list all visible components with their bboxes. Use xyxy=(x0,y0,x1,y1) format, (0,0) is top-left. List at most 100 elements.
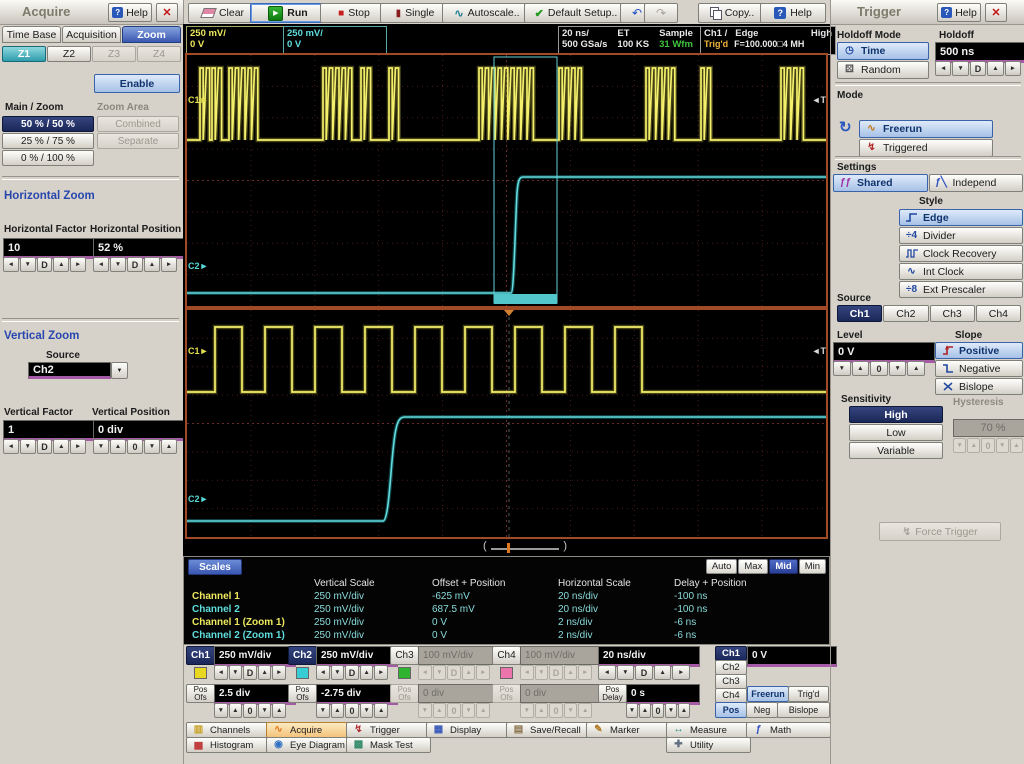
copy-button[interactable]: Copy.. xyxy=(698,3,766,23)
spinner-button[interactable]: ▼ xyxy=(626,703,638,718)
spinner-button[interactable]: ◄ xyxy=(316,665,330,680)
acquire-help-button[interactable]: ? Help xyxy=(108,3,152,22)
menu-display[interactable]: ▦Display xyxy=(426,722,511,738)
spinner-button[interactable]: ◄ xyxy=(3,439,19,454)
spinner-button[interactable]: ▼ xyxy=(889,361,907,376)
quick-trigger-mode-freerun[interactable]: Freerun xyxy=(747,686,789,702)
spinner-button[interactable]: ► xyxy=(1005,61,1021,76)
spinner-button[interactable]: ◄ xyxy=(598,665,616,680)
style-int-clock[interactable]: ∿Int Clock xyxy=(899,263,1023,280)
spinner-button[interactable]: ▼ xyxy=(20,257,36,272)
slope-bislope[interactable]: Bislope xyxy=(935,378,1023,395)
zoom-enable-button[interactable]: Enable xyxy=(94,74,180,93)
channel-position-spinner[interactable]: ▼▲0▼▲ xyxy=(214,703,286,718)
spinner-button[interactable]: ▲ xyxy=(144,257,160,272)
toolbar-help-button[interactable]: ?Help xyxy=(760,3,826,23)
spinner-button[interactable]: ▼ xyxy=(665,703,677,718)
trigger-level-value[interactable]: 0 V xyxy=(833,342,935,363)
scales-size-max[interactable]: Max xyxy=(738,559,768,574)
spinner-button[interactable]: ▼ xyxy=(229,665,243,680)
main-zoom-option-25-75[interactable]: 25 % / 75 % xyxy=(2,133,94,149)
default-setup-button[interactable]: ✔Default Setup.. xyxy=(524,3,628,23)
tab-acquisition[interactable]: Acquisition xyxy=(62,26,121,43)
vertical-source-dropdown[interactable]: Ch2 ▼ xyxy=(28,362,128,379)
menu-measure[interactable]: ↔Measure xyxy=(666,722,751,738)
channel-tab-ch4[interactable]: Ch4 xyxy=(492,646,521,665)
style-clock-recovery[interactable]: Clock Recovery xyxy=(899,245,1023,262)
menu-marker[interactable]: ✎Marker xyxy=(586,722,671,738)
trigger-source-ch2[interactable]: Ch2 xyxy=(883,305,928,322)
menu-acquire[interactable]: ∿Acquire xyxy=(266,722,351,738)
horizontal-position-value[interactable]: 52 % xyxy=(93,238,187,259)
quick-trigger-source-ch1[interactable]: Ch1 xyxy=(715,646,747,661)
channel-color-indicator-ch1[interactable] xyxy=(194,667,207,679)
channel-position-tab[interactable]: PosOfs xyxy=(186,684,215,703)
channel-scale-spinner[interactable]: ◄▼D▲► xyxy=(214,665,286,680)
scales-size-min[interactable]: Min xyxy=(799,559,826,574)
spinner-button[interactable]: ▲ xyxy=(331,703,345,718)
timebase-scale-spinner[interactable]: ◄▼D▲► xyxy=(598,665,690,680)
spinner-button[interactable]: ▲ xyxy=(654,665,672,680)
tab-zoom[interactable]: Zoom xyxy=(122,26,181,43)
channel-scale-ch3[interactable]: 100 mV/div xyxy=(418,646,500,665)
redo-button[interactable]: ↷ xyxy=(644,3,678,23)
main-zoom-option-0-100[interactable]: 0 % / 100 % xyxy=(2,150,94,166)
channel-position-tab[interactable]: PosOfs xyxy=(492,684,521,703)
indicator-track[interactable] xyxy=(491,548,559,550)
quick-trigger-slope-pos[interactable]: Pos xyxy=(715,702,747,718)
horizontal-position-spinner[interactable]: ◄▼D▲► xyxy=(93,257,177,272)
spinner-button[interactable]: ► xyxy=(272,665,286,680)
trigger-close-button[interactable]: ✕ xyxy=(985,3,1007,22)
spinner-button[interactable]: ◄ xyxy=(935,61,951,76)
trigger-mode-triggered[interactable]: ↯Triggered xyxy=(859,139,993,157)
channel-scale-ch2[interactable]: 250 mV/div xyxy=(316,646,398,667)
clear-button[interactable]: Clear xyxy=(188,3,258,23)
menu-save-recall[interactable]: ▤Save/Recall xyxy=(506,722,591,738)
spinner-button[interactable]: ▼ xyxy=(93,439,109,454)
style-edge[interactable]: Edge xyxy=(899,209,1023,226)
menu-channels[interactable]: ▥Channels xyxy=(186,722,271,738)
trigger-help-button[interactable]: ? Help xyxy=(937,3,981,22)
zoom-select-z4[interactable]: Z4 xyxy=(137,46,181,62)
channel-scale-spinner[interactable]: ◄▼D▲► xyxy=(316,665,388,680)
timebase-delay-value[interactable]: 0 s xyxy=(626,684,700,705)
spinner-button[interactable]: D xyxy=(970,61,986,76)
force-trigger-button[interactable]: ↯ Force Trigger xyxy=(879,522,1001,541)
sensitivity-high[interactable]: High xyxy=(849,406,943,423)
spinner-button[interactable]: ▼ xyxy=(214,703,228,718)
acquire-close-button[interactable]: ✕ xyxy=(156,3,178,22)
spinner-button[interactable]: D xyxy=(345,665,359,680)
spinner-button[interactable]: ▲ xyxy=(258,665,272,680)
spinner-button[interactable]: ▲ xyxy=(374,703,388,718)
trigger-readout[interactable]: Ch1 /EdgeHigh Trig'dF=100.000□4 MH xyxy=(700,26,836,55)
channel-tab-ch2[interactable]: Ch2 xyxy=(288,646,317,665)
style-ext-prescaler[interactable]: ÷8Ext Prescaler xyxy=(899,281,1023,298)
channel-scale-ch4[interactable]: 100 mV/div xyxy=(520,646,602,665)
settings-shared[interactable]: ƒƒShared xyxy=(833,174,928,192)
channel-position-spinner[interactable]: ▼▲0▼▲ xyxy=(316,703,388,718)
spinner-button[interactable]: ► xyxy=(672,665,690,680)
vertical-factor-value[interactable]: 1 xyxy=(3,420,96,441)
spinner-button[interactable]: ▼ xyxy=(833,361,851,376)
spinner-button[interactable]: D xyxy=(635,665,653,680)
timebase-readout[interactable]: 20 ns/500 GSa/s ET100 KS Sample31 Wfm xyxy=(558,26,706,55)
spinner-button[interactable]: D xyxy=(37,257,53,272)
vertical-position-value[interactable]: 0 div xyxy=(93,420,187,441)
channel-color-indicator-ch4[interactable] xyxy=(500,667,513,679)
quick-trigger-level[interactable]: 0 V xyxy=(747,646,837,667)
vertical-position-spinner[interactable]: ▼▲0▼▲ xyxy=(93,439,177,454)
spinner-button[interactable]: ◄ xyxy=(93,257,109,272)
channel-position-ch3[interactable]: 0 div xyxy=(418,684,500,703)
timebase-delay-spinner[interactable]: ▼▲0▼▲ xyxy=(626,703,690,718)
spinner-button[interactable]: ► xyxy=(374,665,388,680)
zoom-select-z2[interactable]: Z2 xyxy=(47,46,91,62)
spinner-button[interactable]: ► xyxy=(70,257,86,272)
spinner-button[interactable]: ▼ xyxy=(331,665,345,680)
spinner-button[interactable]: ▲ xyxy=(161,439,177,454)
trigger-source-ch1[interactable]: Ch1 xyxy=(837,305,882,322)
spinner-button[interactable]: D xyxy=(127,257,143,272)
quick-trigger-source-ch3[interactable]: Ch3 xyxy=(715,674,747,689)
scales-tab[interactable]: Scales xyxy=(188,559,242,575)
spinner-button[interactable]: ► xyxy=(70,439,86,454)
zoom-select-z1[interactable]: Z1 xyxy=(2,46,46,62)
